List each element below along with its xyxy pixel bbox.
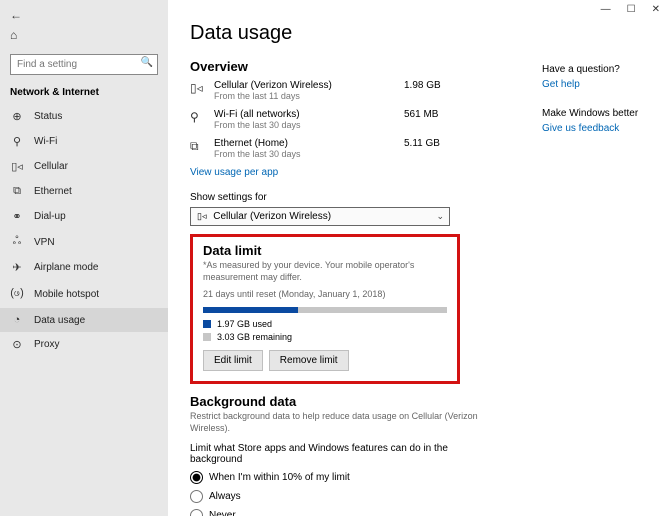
usage-row-value: 1.98 GB xyxy=(404,80,441,91)
sidebar-item-proxy[interactable]: ⊙ Proxy xyxy=(0,332,168,357)
data-limit-bar xyxy=(203,307,447,313)
datausage-icon: ◔ xyxy=(10,314,24,326)
sidebar-item-wifi[interactable]: ⚲ Wi-Fi xyxy=(0,129,168,154)
dialup-icon: ⚭ xyxy=(10,210,24,223)
ethernet-icon: ⧉ xyxy=(10,185,24,198)
sidebar-item-airplane[interactable]: ✈︎ Airplane mode xyxy=(0,255,168,280)
wifi-icon: ⚲ xyxy=(190,110,208,124)
sidebar-item-dialup[interactable]: ⚭ Dial-up xyxy=(0,204,168,229)
sidebar-item-label: Dial-up xyxy=(34,211,66,222)
search-field[interactable] xyxy=(10,54,158,75)
cellular-icon: ▯◃ xyxy=(10,160,24,173)
usage-row-sub: From the last 30 days xyxy=(214,120,404,130)
background-data-heading: Background data xyxy=(190,394,652,409)
settings-for-label: Show settings for xyxy=(190,192,652,203)
page-title: Data usage xyxy=(190,22,652,45)
proxy-icon: ⊙ xyxy=(10,338,24,351)
wifi-icon: ⚲ xyxy=(10,135,24,148)
hotspot-icon: (ဖ) xyxy=(10,286,24,302)
help-title: Have a question? xyxy=(542,64,652,75)
search-input[interactable]: 🔍 xyxy=(10,54,158,75)
usage-row-title: Ethernet (Home) xyxy=(214,138,404,149)
sidebar-item-label: Airplane mode xyxy=(34,262,98,273)
radio-within-limit[interactable]: When I'm within 10% of my limit xyxy=(190,471,652,484)
sidebar-item-ethernet[interactable]: ⧉ Ethernet xyxy=(0,179,168,204)
chevron-down-icon: ⌄ xyxy=(436,211,444,222)
data-limit-reset: 21 days until reset (Monday, January 1, … xyxy=(203,289,447,299)
legend-remaining: 3.03 GB remaining xyxy=(217,332,292,342)
sidebar-item-label: Data usage xyxy=(34,315,85,326)
radio-label: Never xyxy=(209,510,236,516)
ethernet-icon: ⧉ xyxy=(190,139,208,154)
status-icon: ⊕ xyxy=(10,110,24,123)
sidebar-item-label: Ethernet xyxy=(34,186,72,197)
usage-row-title: Wi-Fi (all networks) xyxy=(214,109,404,120)
data-limit-section: Data limit *As measured by your device. … xyxy=(190,234,460,384)
sidebar-item-label: Mobile hotspot xyxy=(34,289,99,300)
data-limit-heading: Data limit xyxy=(203,243,447,258)
back-button[interactable]: ← xyxy=(10,8,158,22)
remove-limit-button[interactable]: Remove limit xyxy=(269,350,349,371)
right-panel: Have a question? Get help Make Windows b… xyxy=(542,64,652,152)
sidebar-item-status[interactable]: ⊕ Status xyxy=(0,104,168,129)
select-value: Cellular (Verizon Wireless) xyxy=(213,211,331,222)
data-limit-note: *As measured by your device. Your mobile… xyxy=(203,260,447,283)
airplane-icon: ✈︎ xyxy=(10,261,24,274)
legend-swatch-remaining xyxy=(203,333,211,341)
sidebar: ← ⌂ 🔍 Network & Internet ⊕Status ⚲Wi-Fi … xyxy=(0,0,168,516)
radio-label: Always xyxy=(209,491,241,502)
radio-always[interactable]: Always xyxy=(190,490,652,503)
sidebar-item-label: Cellular xyxy=(34,161,68,172)
settings-for-select[interactable]: ▯◃ Cellular (Verizon Wireless) ⌄ xyxy=(190,207,450,226)
sidebar-item-label: Wi-Fi xyxy=(34,136,57,147)
vpn-icon: ஃ xyxy=(10,235,24,249)
sidebar-item-cellular[interactable]: ▯◃ Cellular xyxy=(0,154,168,179)
cellular-icon: ▯◃ xyxy=(197,211,206,221)
background-data-sub: Limit what Store apps and Windows featur… xyxy=(190,443,490,465)
sidebar-item-datausage[interactable]: ◔ Data usage xyxy=(0,308,168,332)
sidebar-item-label: Status xyxy=(34,111,62,122)
feedback-title: Make Windows better xyxy=(542,108,652,119)
usage-row-value: 561 MB xyxy=(404,109,438,120)
legend-swatch-used xyxy=(203,320,211,328)
view-usage-link[interactable]: View usage per app xyxy=(190,167,652,178)
feedback-link[interactable]: Give us feedback xyxy=(542,123,652,134)
cellular-icon: ▯◃ xyxy=(190,81,208,95)
radio-label: When I'm within 10% of my limit xyxy=(209,472,350,483)
data-limit-bar-fill xyxy=(203,307,298,313)
radio-never[interactable]: Never xyxy=(190,509,652,516)
usage-row-sub: From the last 30 days xyxy=(214,149,404,159)
background-data-desc: Restrict background data to help reduce … xyxy=(190,411,510,434)
usage-row-value: 5.11 GB xyxy=(404,138,440,149)
legend-used: 1.97 GB used xyxy=(217,319,272,329)
home-icon[interactable]: ⌂ xyxy=(10,28,158,42)
sidebar-section-title: Network & Internet xyxy=(0,83,168,104)
main-content: Data usage Have a question? Get help Mak… xyxy=(168,0,670,516)
sidebar-item-label: Proxy xyxy=(34,339,60,350)
get-help-link[interactable]: Get help xyxy=(542,79,652,90)
sidebar-item-label: VPN xyxy=(34,237,55,248)
usage-row-sub: From the last 11 days xyxy=(214,91,404,101)
sidebar-item-hotspot[interactable]: (ဖ) Mobile hotspot xyxy=(0,280,168,308)
sidebar-item-vpn[interactable]: ஃ VPN xyxy=(0,229,168,255)
search-icon: 🔍 xyxy=(141,57,153,68)
edit-limit-button[interactable]: Edit limit xyxy=(203,350,263,371)
usage-row-title: Cellular (Verizon Wireless) xyxy=(214,80,404,91)
